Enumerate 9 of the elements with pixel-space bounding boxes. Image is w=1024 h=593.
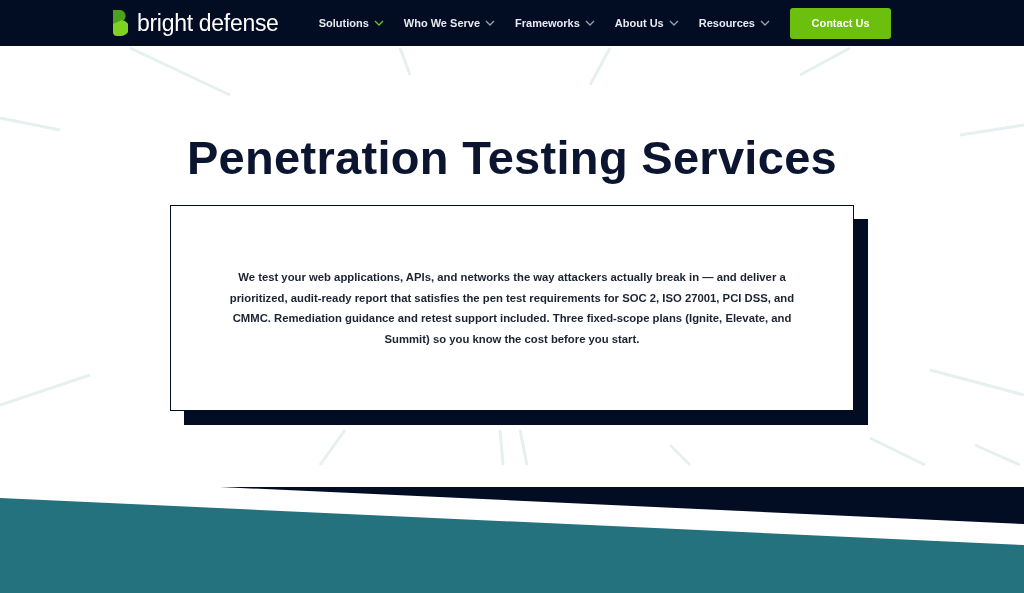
description-text: We test your web applications, APIs, and networks the way attackers actually break in — and deliver a prioritized, audit-ready report that satisfies the pen test requirements for SOC 2, ISO 27001, PCI DSS, and CMMC. Remediation guidance and retest support included. Three fixed-scope plans (Ignite, Elevate, and Summit) so you know the cost before you start. xyxy=(228,270,796,347)
nav-link[interactable]: Frameworks xyxy=(515,17,595,29)
nav-link[interactable]: Resources xyxy=(698,17,770,29)
logo-text[interactable]: bright defense xyxy=(137,9,279,37)
nav-link[interactable]: Solutions xyxy=(318,17,384,29)
page-title: Penetration Testing Services xyxy=(186,130,838,185)
nav-link[interactable]: About Us xyxy=(614,17,679,29)
logo-icon[interactable] xyxy=(112,9,128,37)
nav-link[interactable]: Who We Serve xyxy=(403,17,496,29)
